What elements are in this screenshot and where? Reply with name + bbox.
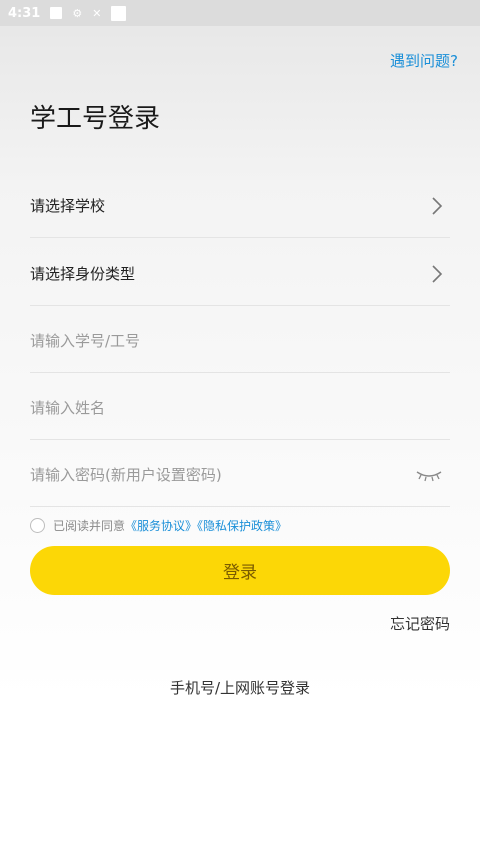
notification-icon xyxy=(50,7,63,19)
agreement-row: 已阅读并同意《服务协议》《隐私保护政策》 xyxy=(30,517,287,534)
password-input[interactable] xyxy=(30,465,360,484)
signal-icon: ✕ xyxy=(92,6,102,20)
status-bar: 4:31 ⚙ ✕ xyxy=(0,0,480,26)
chevron-right-icon xyxy=(432,196,443,215)
agree-radio[interactable] xyxy=(30,518,45,533)
service-agreement-link[interactable]: 《服务协议》 xyxy=(125,519,197,533)
identity-select-label: 请选择身份类型 xyxy=(30,265,136,283)
login-button[interactable]: 登录 xyxy=(30,546,450,595)
forgot-password-link[interactable]: 忘记密码 xyxy=(390,613,450,634)
privacy-policy-link[interactable]: 《隐私保护政策》 xyxy=(197,519,287,533)
page-title: 学工号登录 xyxy=(30,104,161,134)
eye-closed-icon[interactable] xyxy=(414,466,444,484)
name-input[interactable] xyxy=(30,398,390,417)
app-notification-icon xyxy=(111,5,127,21)
sync-icon: ⚙ xyxy=(72,6,83,20)
student-id-field-row xyxy=(30,305,450,373)
status-time: 4:31 xyxy=(8,5,41,21)
school-select-label: 请选择学校 xyxy=(30,197,106,215)
password-field-row xyxy=(30,439,450,507)
help-link[interactable]: 遇到问题? xyxy=(390,50,458,71)
name-field-row xyxy=(30,372,450,440)
identity-type-select[interactable]: 请选择身份类型 xyxy=(30,238,450,306)
agreement-prefix: 已阅读并同意 xyxy=(53,519,126,533)
chevron-right-icon xyxy=(432,264,443,283)
alt-login-link[interactable]: 手机号/上网账号登录 xyxy=(0,677,480,698)
student-id-input[interactable] xyxy=(30,331,390,350)
school-select[interactable]: 请选择学校 xyxy=(30,170,450,238)
